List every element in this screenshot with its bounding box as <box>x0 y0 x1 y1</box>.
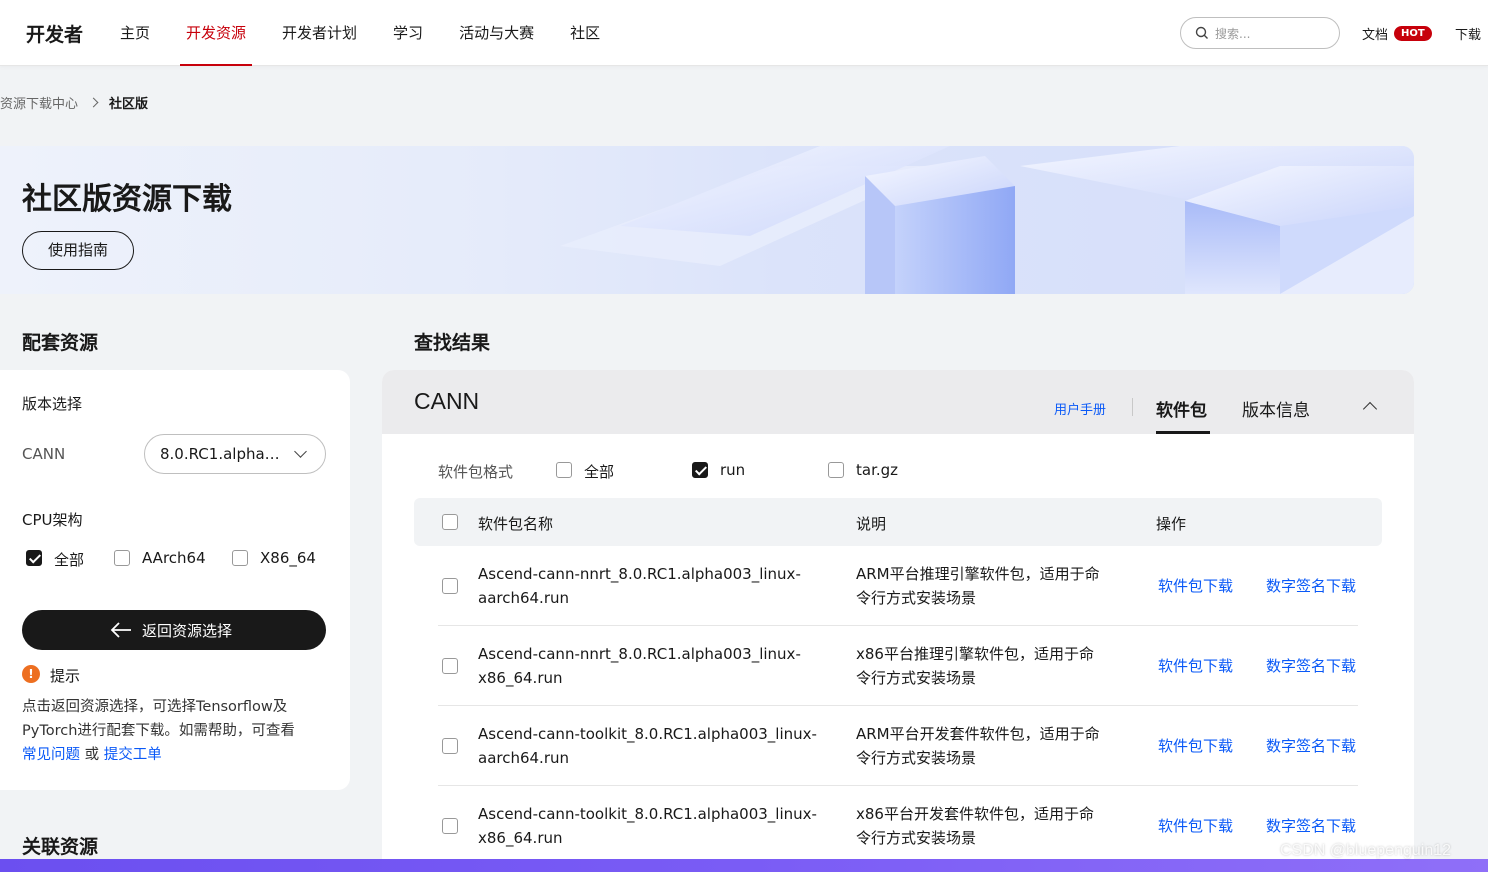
package-download-link[interactable]: 软件包下载 <box>1158 815 1233 836</box>
table-row: Ascend-cann-nnrt_8.0.RC1.alpha003_linux-… <box>438 546 1358 626</box>
col-actions: 操作 <box>1156 515 1187 533</box>
format-run-label: run <box>720 461 746 479</box>
table-header: 软件包名称 说明 操作 <box>414 498 1382 546</box>
main-nav: 主页 开发资源 开发者计划 学习 活动与大赛 社区 <box>120 0 636 66</box>
package-format-label: 软件包格式 <box>438 463 514 481</box>
version-select-label: 版本选择 <box>22 395 83 413</box>
signature-download-link[interactable]: 数字签名下载 <box>1266 735 1356 756</box>
cpu-x86-label: X86_64 <box>260 549 316 567</box>
user-manual-link[interactable]: 用户手册 <box>1054 399 1106 418</box>
format-targz-checkbox[interactable] <box>828 462 844 478</box>
tab-version-info[interactable]: 版本信息 <box>1242 396 1310 421</box>
col-description: 说明 <box>856 515 887 533</box>
tip-or: 或 <box>84 747 100 763</box>
cpu-aarch64-label: AArch64 <box>142 549 206 567</box>
docs-link[interactable]: 文档 <box>1362 24 1388 43</box>
header-divider <box>1132 398 1133 416</box>
nav-home[interactable]: 主页 <box>120 0 150 66</box>
signature-download-link[interactable]: 数字签名下载 <box>1266 815 1356 836</box>
row-checkbox[interactable] <box>442 738 458 754</box>
usage-guide-button[interactable]: 使用指南 <box>22 231 134 270</box>
back-button-label: 返回资源选择 <box>142 622 233 640</box>
version-dropdown-value: 8.0.RC1.alpha003 <box>160 445 294 463</box>
download-link[interactable]: 下载 <box>1455 24 1481 43</box>
active-tab-indicator <box>1156 431 1210 434</box>
package-name: Ascend-cann-toolkit_8.0.RC1.alpha003_lin… <box>478 805 817 847</box>
search-icon <box>1195 26 1208 39</box>
hot-badge: HOT <box>1394 26 1432 41</box>
tab-software-packages[interactable]: 软件包 <box>1156 396 1207 421</box>
package-description: x86平台推理引擎软件包，适用于命 令行方式安装场景 <box>856 645 1094 687</box>
faq-link[interactable]: 常见问题 <box>22 747 80 763</box>
product-name: CANN <box>414 388 480 414</box>
chevron-right-icon <box>88 97 99 108</box>
watermark: CSDN @bluepenguin12 <box>1280 842 1452 859</box>
arrow-left-icon <box>110 622 131 638</box>
format-all-checkbox[interactable] <box>556 462 572 478</box>
row-checkbox[interactable] <box>442 818 458 834</box>
filter-panel: 版本选择 CANN 8.0.RC1.alpha003 CPU架构 全部 AArc… <box>0 370 350 790</box>
cpu-all-checkbox[interactable] <box>26 550 42 566</box>
results-card: CANN 用户手册 软件包 版本信息 软件包格式 全部 run tar.gz 软… <box>382 370 1414 872</box>
package-description: ARM平台开发套件软件包，适用于命 令行方式安装场景 <box>856 725 1100 767</box>
search-box[interactable] <box>1180 17 1340 49</box>
related-resources-title: 关联资源 <box>22 836 99 858</box>
format-run-checkbox[interactable] <box>692 462 708 478</box>
table-row: Ascend-cann-toolkit_8.0.RC1.alpha003_lin… <box>438 706 1358 786</box>
tip-text: 点击返回资源选择，可选择Tensorflow及PyTorch进行配套下载。如需帮… <box>22 695 332 767</box>
nav-community[interactable]: 社区 <box>570 0 600 66</box>
nav-learn[interactable]: 学习 <box>393 0 423 66</box>
chevron-down-icon <box>294 445 307 458</box>
breadcrumb-parent[interactable]: 资源下载中心 <box>0 93 78 112</box>
select-all-checkbox[interactable] <box>442 514 458 530</box>
info-warning-icon: ! <box>22 665 40 683</box>
nav-dev-program[interactable]: 开发者计划 <box>282 0 357 66</box>
row-checkbox[interactable] <box>442 578 458 594</box>
package-download-link[interactable]: 软件包下载 <box>1158 735 1233 756</box>
product-label: CANN <box>22 445 66 463</box>
package-description: ARM平台推理引擎软件包，适用于命 令行方式安装场景 <box>856 565 1100 607</box>
banner-title: 社区版资源下载 <box>22 182 232 217</box>
package-name: Ascend-cann-nnrt_8.0.RC1.alpha003_linux-… <box>478 565 801 607</box>
signature-download-link[interactable]: 数字签名下载 <box>1266 655 1356 676</box>
format-targz-label: tar.gz <box>856 461 899 479</box>
format-all-label: 全部 <box>584 463 615 481</box>
search-results-title: 查找结果 <box>414 332 491 354</box>
row-checkbox[interactable] <box>442 658 458 674</box>
cpu-all-label: 全部 <box>54 551 85 569</box>
signature-download-link[interactable]: 数字签名下载 <box>1266 575 1356 596</box>
hero-banner: 社区版资源下载 使用指南 <box>0 146 1414 294</box>
site-logo[interactable]: 开发者 <box>26 20 83 47</box>
package-name: Ascend-cann-nnrt_8.0.RC1.alpha003_linux-… <box>478 645 801 687</box>
breadcrumb: 资源下载中心 社区版 <box>0 93 148 112</box>
tip-body: 点击返回资源选择，可选择Tensorflow及PyTorch进行配套下载。如需帮… <box>22 699 295 739</box>
cpu-arch-label: CPU架构 <box>22 511 83 529</box>
search-input[interactable] <box>1215 24 1325 44</box>
table-row: Ascend-cann-nnrt_8.0.RC1.alpha003_linux-… <box>438 626 1358 706</box>
tip-title: 提示 <box>50 667 81 685</box>
package-download-link[interactable]: 软件包下载 <box>1158 655 1233 676</box>
package-name: Ascend-cann-toolkit_8.0.RC1.alpha003_lin… <box>478 725 817 767</box>
submit-ticket-link[interactable]: 提交工单 <box>104 747 162 763</box>
package-download-link[interactable]: 软件包下载 <box>1158 575 1233 596</box>
bottom-gradient-bar <box>0 859 1488 872</box>
top-navbar: 开发者 主页 开发资源 开发者计划 学习 活动与大赛 社区 文档 HOT 下载 <box>0 0 1488 66</box>
back-to-selection-button[interactable]: 返回资源选择 <box>22 610 326 650</box>
banner-illustration <box>560 146 1414 294</box>
table-row: Ascend-cann-toolkit_8.0.RC1.alpha003_lin… <box>438 786 1358 866</box>
cpu-aarch64-checkbox[interactable] <box>114 550 130 566</box>
version-dropdown[interactable]: 8.0.RC1.alpha003 <box>144 434 326 474</box>
nav-events[interactable]: 活动与大赛 <box>459 0 534 66</box>
package-description: x86平台开发套件软件包，适用于命 令行方式安装场景 <box>856 805 1094 847</box>
chevron-up-icon[interactable] <box>1362 401 1378 417</box>
nav-dev-resources[interactable]: 开发资源 <box>180 0 253 66</box>
breadcrumb-current: 社区版 <box>109 97 149 112</box>
cpu-x86-checkbox[interactable] <box>232 550 248 566</box>
col-package-name: 软件包名称 <box>478 515 554 533</box>
matching-resources-title: 配套资源 <box>22 332 99 354</box>
results-card-header: CANN 用户手册 软件包 版本信息 <box>382 370 1414 434</box>
